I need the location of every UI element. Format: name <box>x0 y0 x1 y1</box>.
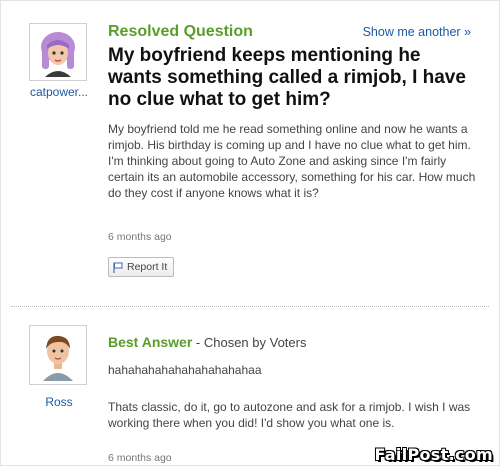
section-divider <box>11 306 489 307</box>
answerer-avatar[interactable] <box>29 325 87 385</box>
qa-page: catpower... Resolved Question Show me an… <box>0 0 500 466</box>
answer-timestamp: 6 months ago <box>108 452 172 464</box>
best-answer-heading: Best Answer - Chosen by Voters <box>108 334 306 350</box>
answerer-username[interactable]: Ross <box>9 395 109 409</box>
male-avatar-icon <box>33 329 83 381</box>
best-answer-label: Best Answer <box>108 334 193 350</box>
chosen-by-text: - Chosen by Voters <box>192 335 307 350</box>
asker-username[interactable]: catpower... <box>9 85 109 99</box>
report-button[interactable]: Report It <box>108 257 175 277</box>
report-button-label: Report It <box>127 261 168 273</box>
flag-icon <box>113 262 123 273</box>
answer-body: Thats classic, do it, go to autozone and… <box>108 400 471 430</box>
question-title: My boyfriend keeps mentioning he wants s… <box>108 45 466 110</box>
show-another-link[interactable]: Show me another » <box>363 25 471 39</box>
answer-laugh-line: hahahahahahahahahahahaa <box>108 363 262 377</box>
question-body: My boyfriend told me he read something o… <box>108 122 476 200</box>
asker-avatar[interactable] <box>29 23 87 81</box>
female-avatar-icon <box>33 27 83 77</box>
question-timestamp: 6 months ago <box>108 231 172 243</box>
resolved-question-label: Resolved Question <box>108 23 253 40</box>
failpost-watermark: FailPost.com <box>374 445 493 464</box>
